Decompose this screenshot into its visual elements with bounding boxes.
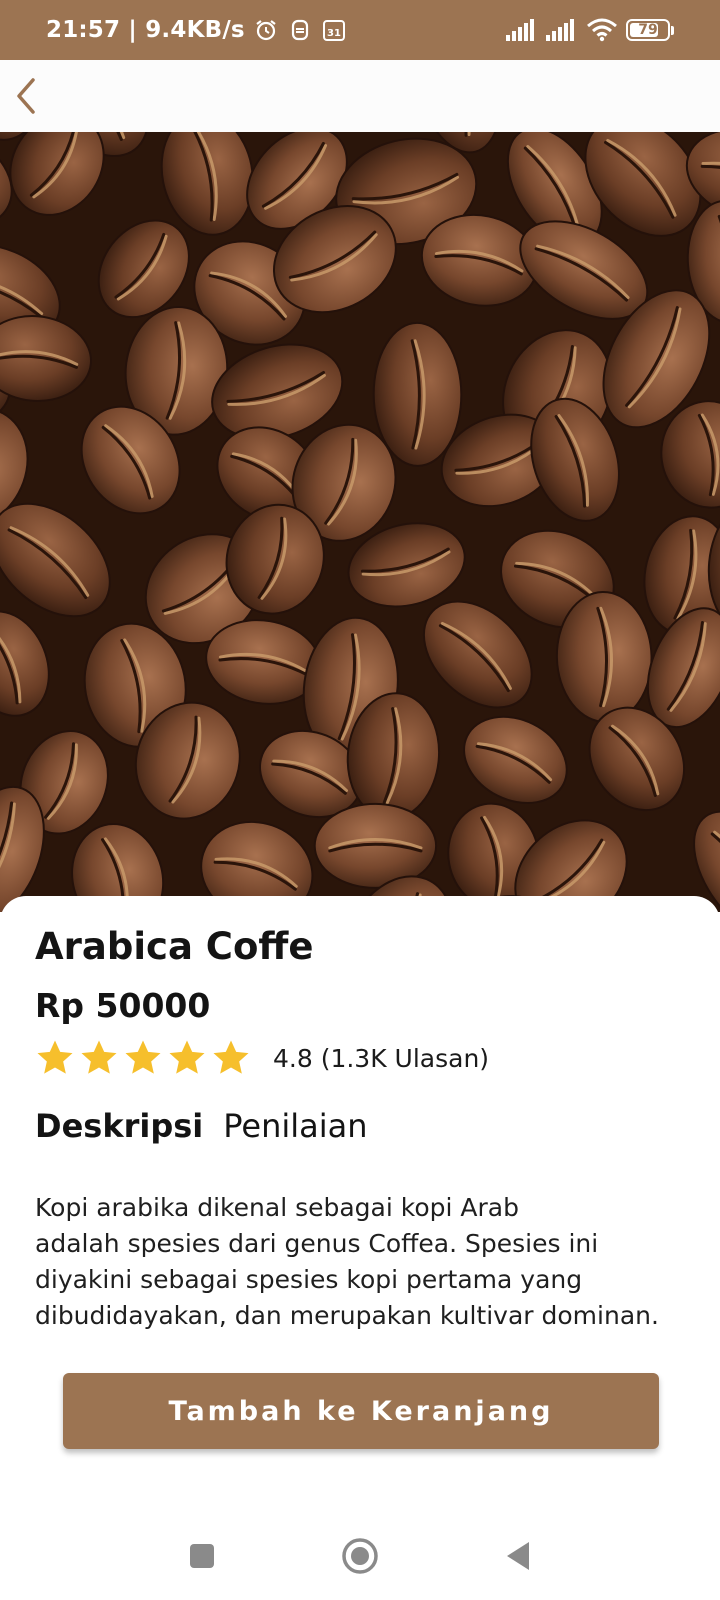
alarm-icon [253, 17, 279, 43]
calendar-day: 31 [327, 28, 341, 39]
product-description: Kopi arabika dikenal sebagai kopi Arab a… [35, 1193, 659, 1330]
recent-apps-button[interactable] [180, 1534, 224, 1578]
battery-level: 79 [638, 22, 658, 38]
signal-icon [506, 17, 538, 43]
coffee-beans-photo [0, 132, 720, 912]
status-time: 21:57 | 9.4KB/s [46, 17, 245, 43]
product-detail-sheet: Arabica Coffe Rp 50000 4.8 (1.3K Ulasan)… [0, 896, 720, 1512]
tab-deskripsi[interactable]: Deskripsi [35, 1107, 203, 1145]
system-nav-bar [0, 1512, 720, 1600]
star-icon [213, 1040, 249, 1074]
add-to-cart-button[interactable]: Tambah ke Keranjang [63, 1373, 659, 1449]
star-icon [37, 1040, 73, 1074]
status-left: 21:57 | 9.4KB/s 31 [46, 17, 347, 43]
star-icon [125, 1040, 161, 1074]
tab-penilaian[interactable]: Penilaian [223, 1107, 367, 1145]
home-icon [342, 1538, 378, 1574]
signal-icon [546, 17, 578, 43]
product-title: Arabica Coffe [35, 925, 314, 968]
notification-icon [287, 17, 313, 43]
status-bar: 21:57 | 9.4KB/s 31 79 [0, 0, 720, 60]
status-right: 79 [506, 17, 674, 43]
rating-text: 4.8 (1.3K Ulasan) [273, 1043, 490, 1073]
product-image [0, 132, 720, 912]
product-price: Rp 50000 [35, 986, 211, 1025]
home-button[interactable] [338, 1534, 382, 1578]
nav-back-button[interactable] [496, 1534, 540, 1578]
back-button[interactable] [0, 60, 56, 132]
calendar-icon: 31 [321, 17, 347, 43]
rating-row: 4.8 (1.3K Ulasan) [35, 1034, 685, 1082]
battery-icon: 79 [626, 19, 674, 41]
chevron-left-icon [17, 78, 35, 114]
rating-stars [35, 1038, 251, 1078]
recent-apps-icon [190, 1544, 214, 1568]
app-bar [0, 60, 720, 132]
tab-bar: Deskripsi Penilaian [35, 1102, 685, 1150]
back-icon [507, 1542, 529, 1570]
star-icon [169, 1040, 205, 1074]
star-icon [81, 1040, 117, 1074]
wifi-icon [586, 17, 618, 43]
